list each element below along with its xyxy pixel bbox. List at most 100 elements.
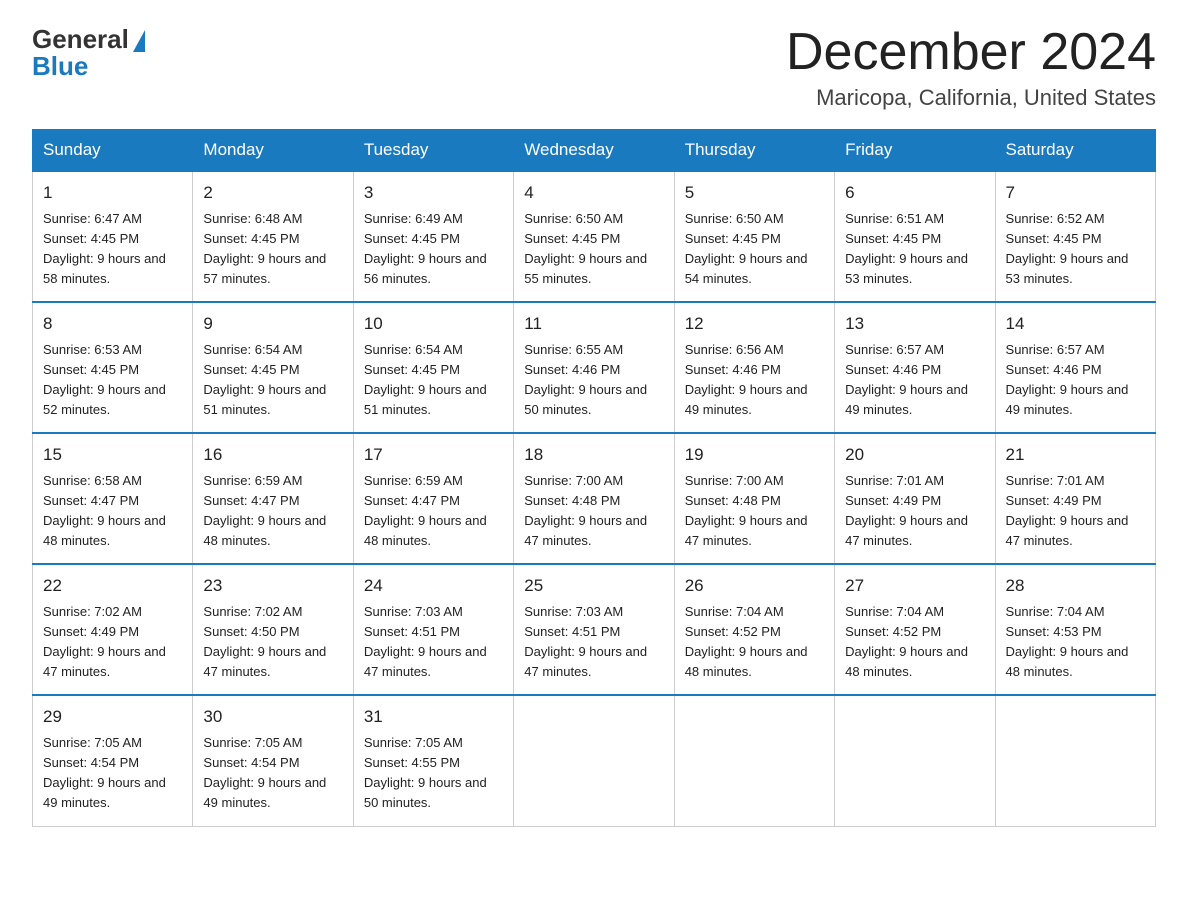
calendar-cell: 13 Sunrise: 6:57 AMSunset: 4:46 PMDayligh… xyxy=(835,302,995,433)
day-info: Sunrise: 7:04 AMSunset: 4:53 PMDaylight:… xyxy=(1006,602,1145,683)
day-info: Sunrise: 6:48 AMSunset: 4:45 PMDaylight:… xyxy=(203,209,342,290)
day-number: 21 xyxy=(1006,442,1145,468)
day-info: Sunrise: 6:47 AMSunset: 4:45 PMDaylight:… xyxy=(43,209,182,290)
calendar-cell: 18Sunrise: 7:00 AMSunset: 4:48 PMDayligh… xyxy=(514,433,674,564)
day-number: 22 xyxy=(43,573,182,599)
logo-triangle-icon xyxy=(133,30,145,52)
day-number: 23 xyxy=(203,573,342,599)
day-number: 25 xyxy=(524,573,663,599)
day-number: 31 xyxy=(364,704,503,730)
calendar-cell: 5 Sunrise: 6:50 AMSunset: 4:45 PMDaylight… xyxy=(674,171,834,302)
calendar-header-row: SundayMondayTuesdayWednesdayThursdayFrid… xyxy=(33,130,1156,172)
day-number: 17 xyxy=(364,442,503,468)
day-info: Sunrise: 7:02 AMSunset: 4:49 PMDaylight:… xyxy=(43,602,182,683)
day-number: 2 xyxy=(203,180,342,206)
day-info: Sunrise: 7:00 AMSunset: 4:48 PMDaylight:… xyxy=(524,471,663,552)
day-info: Sunrise: 6:59 AMSunset: 4:47 PMDaylight:… xyxy=(364,471,503,552)
day-info: Sunrise: 6:58 AMSunset: 4:47 PMDaylight:… xyxy=(43,471,182,552)
day-number: 29 xyxy=(43,704,182,730)
calendar-cell: 14Sunrise: 6:57 AMSunset: 4:46 PMDayligh… xyxy=(995,302,1155,433)
day-info: Sunrise: 7:03 AMSunset: 4:51 PMDaylight:… xyxy=(524,602,663,683)
weekday-header-friday: Friday xyxy=(835,130,995,172)
calendar-cell: 3Sunrise: 6:49 AMSunset: 4:45 PMDaylight… xyxy=(353,171,513,302)
day-number: 1 xyxy=(43,180,182,206)
weekday-header-wednesday: Wednesday xyxy=(514,130,674,172)
calendar-cell: 19 Sunrise: 7:00 AMSunset: 4:48 PMDayligh… xyxy=(674,433,834,564)
calendar-cell: 30 Sunrise: 7:05 AMSunset: 4:54 PMDayligh… xyxy=(193,695,353,826)
day-number: 8 xyxy=(43,311,182,337)
calendar-cell: 22 Sunrise: 7:02 AMSunset: 4:49 PMDayligh… xyxy=(33,564,193,695)
calendar-cell xyxy=(674,695,834,826)
day-number: 7 xyxy=(1006,180,1145,206)
calendar-cell xyxy=(995,695,1155,826)
day-number: 13 xyxy=(845,311,984,337)
day-info: Sunrise: 7:05 AMSunset: 4:55 PMDaylight:… xyxy=(364,733,503,814)
calendar-cell: 21 Sunrise: 7:01 AMSunset: 4:49 PMDayligh… xyxy=(995,433,1155,564)
day-info: Sunrise: 7:03 AMSunset: 4:51 PMDaylight:… xyxy=(364,602,503,683)
day-info: Sunrise: 6:50 AMSunset: 4:45 PMDaylight:… xyxy=(524,209,663,290)
day-info: Sunrise: 6:50 AMSunset: 4:45 PMDaylight:… xyxy=(685,209,824,290)
calendar-cell: 1 Sunrise: 6:47 AMSunset: 4:45 PMDaylight… xyxy=(33,171,193,302)
weekday-header-monday: Monday xyxy=(193,130,353,172)
day-number: 20 xyxy=(845,442,984,468)
page-header: General Blue December 2024 Maricopa, Cal… xyxy=(32,24,1156,111)
day-info: Sunrise: 6:55 AMSunset: 4:46 PMDaylight:… xyxy=(524,340,663,421)
day-number: 30 xyxy=(203,704,342,730)
calendar-cell: 10Sunrise: 6:54 AMSunset: 4:45 PMDayligh… xyxy=(353,302,513,433)
calendar-cell xyxy=(514,695,674,826)
day-number: 28 xyxy=(1006,573,1145,599)
calendar-cell: 24 Sunrise: 7:03 AMSunset: 4:51 PMDayligh… xyxy=(353,564,513,695)
month-title: December 2024 xyxy=(786,24,1156,81)
calendar-week-4: 22 Sunrise: 7:02 AMSunset: 4:49 PMDayligh… xyxy=(33,564,1156,695)
day-info: Sunrise: 7:01 AMSunset: 4:49 PMDaylight:… xyxy=(845,471,984,552)
calendar-cell: 25 Sunrise: 7:03 AMSunset: 4:51 PMDayligh… xyxy=(514,564,674,695)
day-info: Sunrise: 7:00 AMSunset: 4:48 PMDaylight:… xyxy=(685,471,824,552)
calendar-cell: 27 Sunrise: 7:04 AMSunset: 4:52 PMDayligh… xyxy=(835,564,995,695)
day-number: 5 xyxy=(685,180,824,206)
day-info: Sunrise: 7:01 AMSunset: 4:49 PMDaylight:… xyxy=(1006,471,1145,552)
day-number: 19 xyxy=(685,442,824,468)
day-info: Sunrise: 6:57 AMSunset: 4:46 PMDaylight:… xyxy=(845,340,984,421)
weekday-header-thursday: Thursday xyxy=(674,130,834,172)
day-number: 4 xyxy=(524,180,663,206)
calendar-week-3: 15 Sunrise: 6:58 AMSunset: 4:47 PMDayligh… xyxy=(33,433,1156,564)
calendar-cell xyxy=(835,695,995,826)
logo: General Blue xyxy=(32,24,145,82)
location-title: Maricopa, California, United States xyxy=(786,85,1156,111)
day-number: 26 xyxy=(685,573,824,599)
day-info: Sunrise: 6:54 AMSunset: 4:45 PMDaylight:… xyxy=(203,340,342,421)
calendar-week-2: 8 Sunrise: 6:53 AMSunset: 4:45 PMDaylight… xyxy=(33,302,1156,433)
day-info: Sunrise: 7:04 AMSunset: 4:52 PMDaylight:… xyxy=(685,602,824,683)
day-number: 12 xyxy=(685,311,824,337)
logo-blue-text: Blue xyxy=(32,51,88,82)
day-info: Sunrise: 7:04 AMSunset: 4:52 PMDaylight:… xyxy=(845,602,984,683)
day-number: 11 xyxy=(524,311,663,337)
calendar-cell: 11 Sunrise: 6:55 AMSunset: 4:46 PMDayligh… xyxy=(514,302,674,433)
calendar-cell: 2 Sunrise: 6:48 AMSunset: 4:45 PMDaylight… xyxy=(193,171,353,302)
calendar-cell: 23Sunrise: 7:02 AMSunset: 4:50 PMDayligh… xyxy=(193,564,353,695)
weekday-header-tuesday: Tuesday xyxy=(353,130,513,172)
calendar-cell: 12Sunrise: 6:56 AMSunset: 4:46 PMDayligh… xyxy=(674,302,834,433)
calendar-cell: 20 Sunrise: 7:01 AMSunset: 4:49 PMDayligh… xyxy=(835,433,995,564)
weekday-header-saturday: Saturday xyxy=(995,130,1155,172)
calendar-cell: 7 Sunrise: 6:52 AMSunset: 4:45 PMDaylight… xyxy=(995,171,1155,302)
day-number: 9 xyxy=(203,311,342,337)
calendar-cell: 4 Sunrise: 6:50 AMSunset: 4:45 PMDaylight… xyxy=(514,171,674,302)
calendar-week-1: 1 Sunrise: 6:47 AMSunset: 4:45 PMDaylight… xyxy=(33,171,1156,302)
calendar-cell: 16Sunrise: 6:59 AMSunset: 4:47 PMDayligh… xyxy=(193,433,353,564)
day-info: Sunrise: 6:49 AMSunset: 4:45 PMDaylight:… xyxy=(364,209,503,290)
calendar-table: SundayMondayTuesdayWednesdayThursdayFrid… xyxy=(32,129,1156,826)
day-number: 27 xyxy=(845,573,984,599)
day-number: 24 xyxy=(364,573,503,599)
day-number: 15 xyxy=(43,442,182,468)
day-info: Sunrise: 6:53 AMSunset: 4:45 PMDaylight:… xyxy=(43,340,182,421)
calendar-week-5: 29 Sunrise: 7:05 AMSunset: 4:54 PMDayligh… xyxy=(33,695,1156,826)
day-info: Sunrise: 7:05 AMSunset: 4:54 PMDaylight:… xyxy=(43,733,182,814)
day-info: Sunrise: 6:57 AMSunset: 4:46 PMDaylight:… xyxy=(1006,340,1145,421)
day-info: Sunrise: 6:54 AMSunset: 4:45 PMDaylight:… xyxy=(364,340,503,421)
calendar-cell: 28 Sunrise: 7:04 AMSunset: 4:53 PMDayligh… xyxy=(995,564,1155,695)
calendar-cell: 26 Sunrise: 7:04 AMSunset: 4:52 PMDayligh… xyxy=(674,564,834,695)
calendar-cell: 9 Sunrise: 6:54 AMSunset: 4:45 PMDaylight… xyxy=(193,302,353,433)
day-info: Sunrise: 7:05 AMSunset: 4:54 PMDaylight:… xyxy=(203,733,342,814)
day-info: Sunrise: 6:52 AMSunset: 4:45 PMDaylight:… xyxy=(1006,209,1145,290)
